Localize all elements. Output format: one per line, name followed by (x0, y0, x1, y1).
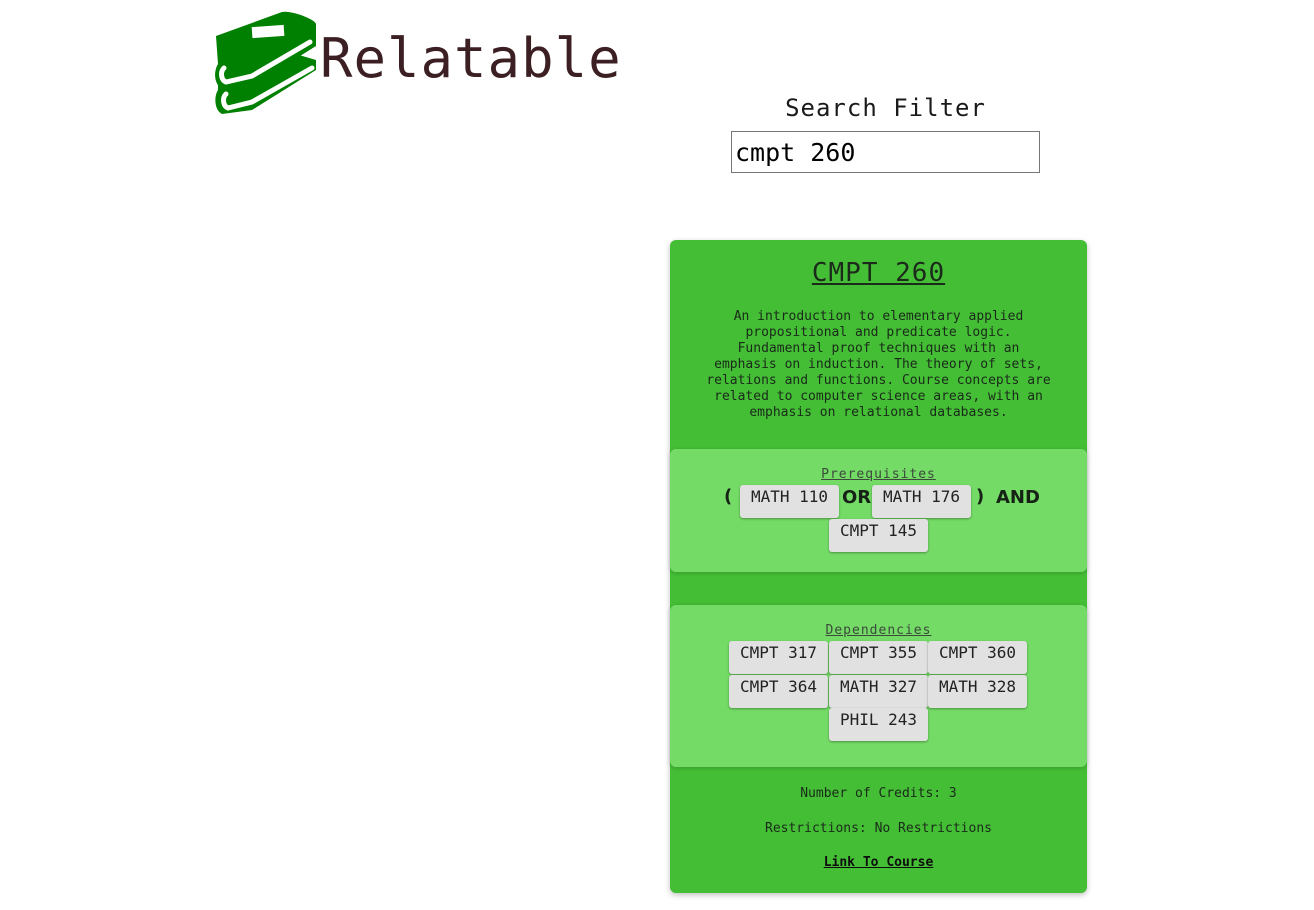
prerequisites-panel: Prerequisites ( MATH 110 OR MATH 176 ) A… (670, 449, 1087, 572)
close-paren: ) (976, 486, 985, 507)
prereq-course-chip[interactable]: MATH 176 (872, 485, 971, 518)
dependency-course-chip[interactable]: MATH 327 (829, 675, 928, 708)
search-input[interactable] (731, 131, 1040, 173)
dependencies-panel: Dependencies CMPT 317 CMPT 355 CMPT 360 … (670, 605, 1087, 767)
dependency-course-chip[interactable]: PHIL 243 (829, 708, 928, 741)
prereq-course-chip[interactable]: MATH 110 (740, 485, 839, 518)
course-card: CMPT 260 An introduction to elementary a… (670, 240, 1087, 893)
course-title: CMPT 260 (811, 258, 946, 288)
prereq-course-chip[interactable]: CMPT 145 (829, 519, 928, 552)
dependency-course-chip[interactable]: CMPT 355 (829, 641, 928, 674)
dependency-course-chip[interactable]: CMPT 364 (729, 675, 828, 708)
dependency-course-chip[interactable]: CMPT 360 (928, 641, 1027, 674)
dependencies-title: Dependencies (825, 623, 932, 638)
course-description: An introduction to elementary applied pr… (706, 309, 1051, 420)
brand-name: Relatable (320, 27, 622, 90)
search-filter-label: Search Filter (785, 94, 986, 122)
or-operator: OR (842, 487, 872, 508)
and-operator: AND (996, 487, 1040, 508)
credits-text: Number of Credits: 3 (800, 786, 957, 801)
restrictions-text: Restrictions: No Restrictions (765, 821, 992, 836)
open-paren: ( (724, 486, 733, 507)
books-icon (215, 11, 316, 114)
dependency-course-chip[interactable]: MATH 328 (928, 675, 1027, 708)
prerequisites-title: Prerequisites (821, 467, 936, 482)
dependency-course-chip[interactable]: CMPT 317 (729, 641, 828, 674)
course-link[interactable]: Link To Course (670, 855, 1087, 870)
